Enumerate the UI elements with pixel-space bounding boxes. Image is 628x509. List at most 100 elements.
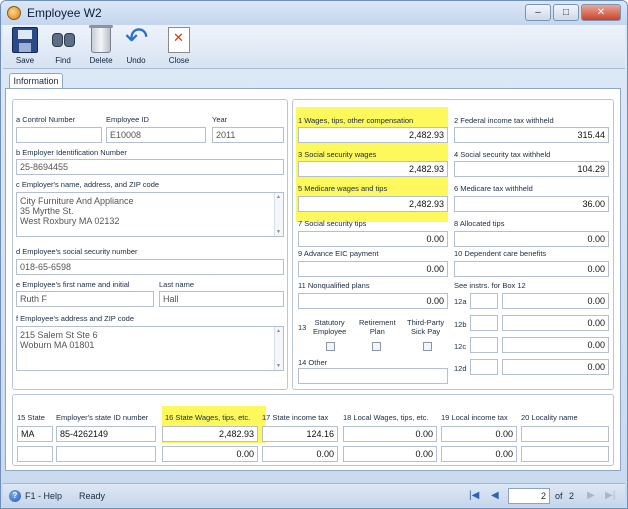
box5-input[interactable]: 2,482.93 (298, 196, 448, 212)
box7-input[interactable]: 0.00 (298, 231, 448, 247)
state-tax-input-row2[interactable]: 0.00 (262, 446, 338, 462)
binoculars-icon (50, 27, 76, 53)
box19-label: 19 Local income tax (441, 413, 508, 422)
statutory-employee-checkbox[interactable] (326, 342, 335, 351)
third-party-sick-pay-label: Third-Party Sick Pay (407, 318, 445, 336)
help-text[interactable]: F1 - Help (25, 491, 62, 501)
last-name-label: Last name (159, 280, 195, 289)
state-tax-input-row1[interactable]: 124.16 (262, 426, 338, 442)
ssn-input[interactable]: 018-65-6598 (16, 259, 284, 275)
box18-label: 18 Local Wages, tips, etc. (343, 413, 429, 422)
box10-input[interactable]: 0.00 (454, 261, 609, 277)
state-id-input-row2[interactable] (56, 446, 156, 462)
box12a-input[interactable]: 0.00 (502, 293, 609, 309)
state-wages-input-row2[interactable]: 0.00 (162, 446, 258, 462)
box12b-input[interactable]: 0.00 (502, 315, 609, 331)
box9-label: 9 Advance EIC payment (298, 249, 379, 258)
last-name-input[interactable]: Hall (159, 291, 284, 307)
employer-name-input[interactable]: City Furniture And Appliance 35 Myrthe S… (16, 192, 284, 237)
box12c-input[interactable]: 0.00 (502, 337, 609, 353)
status-text: Ready (79, 491, 106, 501)
employer-name-scrollbar[interactable] (274, 193, 283, 236)
box4-label: 4 Social security tax withheld (454, 150, 551, 159)
status-bar: ? F1 - Help Ready |◀ ◀ 2 of 2 ▶ ▶| (3, 483, 625, 507)
last-page-icon[interactable]: ▶| (605, 490, 615, 501)
first-page-icon[interactable]: |◀ (469, 490, 479, 501)
box12d-code[interactable] (470, 359, 498, 375)
state-input-row2[interactable] (17, 446, 53, 462)
locality-input-row2[interactable] (521, 446, 609, 462)
box12c-code[interactable] (470, 337, 498, 353)
tab-information[interactable]: Information (9, 73, 63, 89)
box4-input[interactable]: 104.29 (454, 161, 609, 177)
local-wages-input-row2[interactable]: 0.00 (343, 446, 437, 462)
employee-id-input[interactable]: E10008 (106, 127, 206, 143)
box12d-input[interactable]: 0.00 (502, 359, 609, 375)
state-input-row1[interactable]: MA (17, 426, 53, 442)
help-icon[interactable]: ? (9, 490, 21, 502)
employee-w2-window: Employee W2 – □ ✕ Save Find Delete Undo … (0, 0, 628, 509)
retirement-plan-label: Retirement Plan (359, 318, 396, 336)
save-icon (12, 27, 38, 53)
state-wages-input-row1[interactable]: 2,482.93 (162, 426, 258, 442)
next-page-icon[interactable]: ▶ (587, 490, 595, 501)
maximize-button[interactable]: □ (553, 4, 579, 21)
ein-input[interactable]: 25-8694455 (16, 159, 284, 175)
page-total: 2 (569, 491, 575, 501)
box12a-label: 12a (454, 297, 467, 306)
box12a-code[interactable] (470, 293, 498, 309)
box11-input[interactable]: 0.00 (298, 293, 448, 309)
box13-label: 13 (298, 323, 307, 332)
undo-icon (123, 21, 149, 54)
app-icon (7, 6, 21, 20)
employee-address-scrollbar[interactable] (274, 327, 283, 370)
box14-label: 14 Other (298, 358, 328, 367)
local-wages-input-row1[interactable]: 0.00 (343, 426, 437, 442)
box14-input[interactable] (298, 368, 448, 384)
box2-label: 2 Federal income tax withheld (454, 116, 554, 125)
page-number-input[interactable]: 2 (508, 488, 550, 504)
box17-label: 17 State income tax (262, 413, 329, 422)
year-label: Year (212, 115, 228, 124)
find-button[interactable]: Find (46, 27, 80, 67)
local-tax-input-row1[interactable]: 0.00 (441, 426, 517, 442)
third-party-sick-pay-checkbox[interactable] (423, 342, 432, 351)
box8-input[interactable]: 0.00 (454, 231, 609, 247)
year-input[interactable]: 2011 (212, 127, 284, 143)
minimize-button[interactable]: – (525, 4, 551, 21)
state-id-input-row1[interactable]: 85-4262149 (56, 426, 156, 442)
statutory-employee-label: Statutory Employee (313, 318, 347, 336)
first-name-label: e Employee's first name and initial (16, 280, 130, 289)
box3-input[interactable]: 2,482.93 (298, 161, 448, 177)
box6-input[interactable]: 36.00 (454, 196, 609, 212)
toolbar: Save Find Delete Undo Close (3, 21, 625, 69)
previous-page-icon[interactable]: ◀ (491, 490, 499, 501)
box5-label: 5 Medicare wages and tips (298, 184, 388, 193)
box1-label: 1 Wages, tips, other compensation (298, 116, 414, 125)
save-button[interactable]: Save (8, 27, 42, 67)
undo-button[interactable]: Undo (119, 21, 153, 67)
employee-info-panel: a Control Number Employee ID E10008 Year… (12, 99, 288, 390)
employee-address-label: f Employee's address and ZIP code (16, 314, 135, 323)
delete-button[interactable]: Delete (84, 25, 118, 67)
box10-label: 10 Dependent care benefits (454, 249, 547, 258)
control-number-label: a Control Number (16, 115, 76, 124)
close-window-button[interactable]: ✕ (581, 4, 621, 21)
employee-address-input[interactable]: 215 Salem St Ste 6 Woburn MA 01801 (16, 326, 284, 371)
box1-input[interactable]: 2,482.93 (298, 127, 448, 143)
box12c-label: 12c (454, 342, 467, 351)
local-tax-input-row2[interactable]: 0.00 (441, 446, 517, 462)
page-of-label: of (555, 491, 563, 501)
box12b-code[interactable] (470, 315, 498, 331)
box2-input[interactable]: 315.44 (454, 127, 609, 143)
box3-label: 3 Social security wages (298, 150, 377, 159)
employee-id-label: Employee ID (106, 115, 149, 124)
locality-input-row1[interactable] (521, 426, 609, 442)
box7-label: 7 Social security tips (298, 219, 367, 228)
box9-input[interactable]: 0.00 (298, 261, 448, 277)
control-number-input[interactable] (16, 127, 102, 143)
box11-label: 11 Nonqualified plans (298, 281, 370, 290)
close-button[interactable]: Close (162, 27, 196, 67)
first-name-input[interactable]: Ruth F (16, 291, 154, 307)
retirement-plan-checkbox[interactable] (372, 342, 381, 351)
